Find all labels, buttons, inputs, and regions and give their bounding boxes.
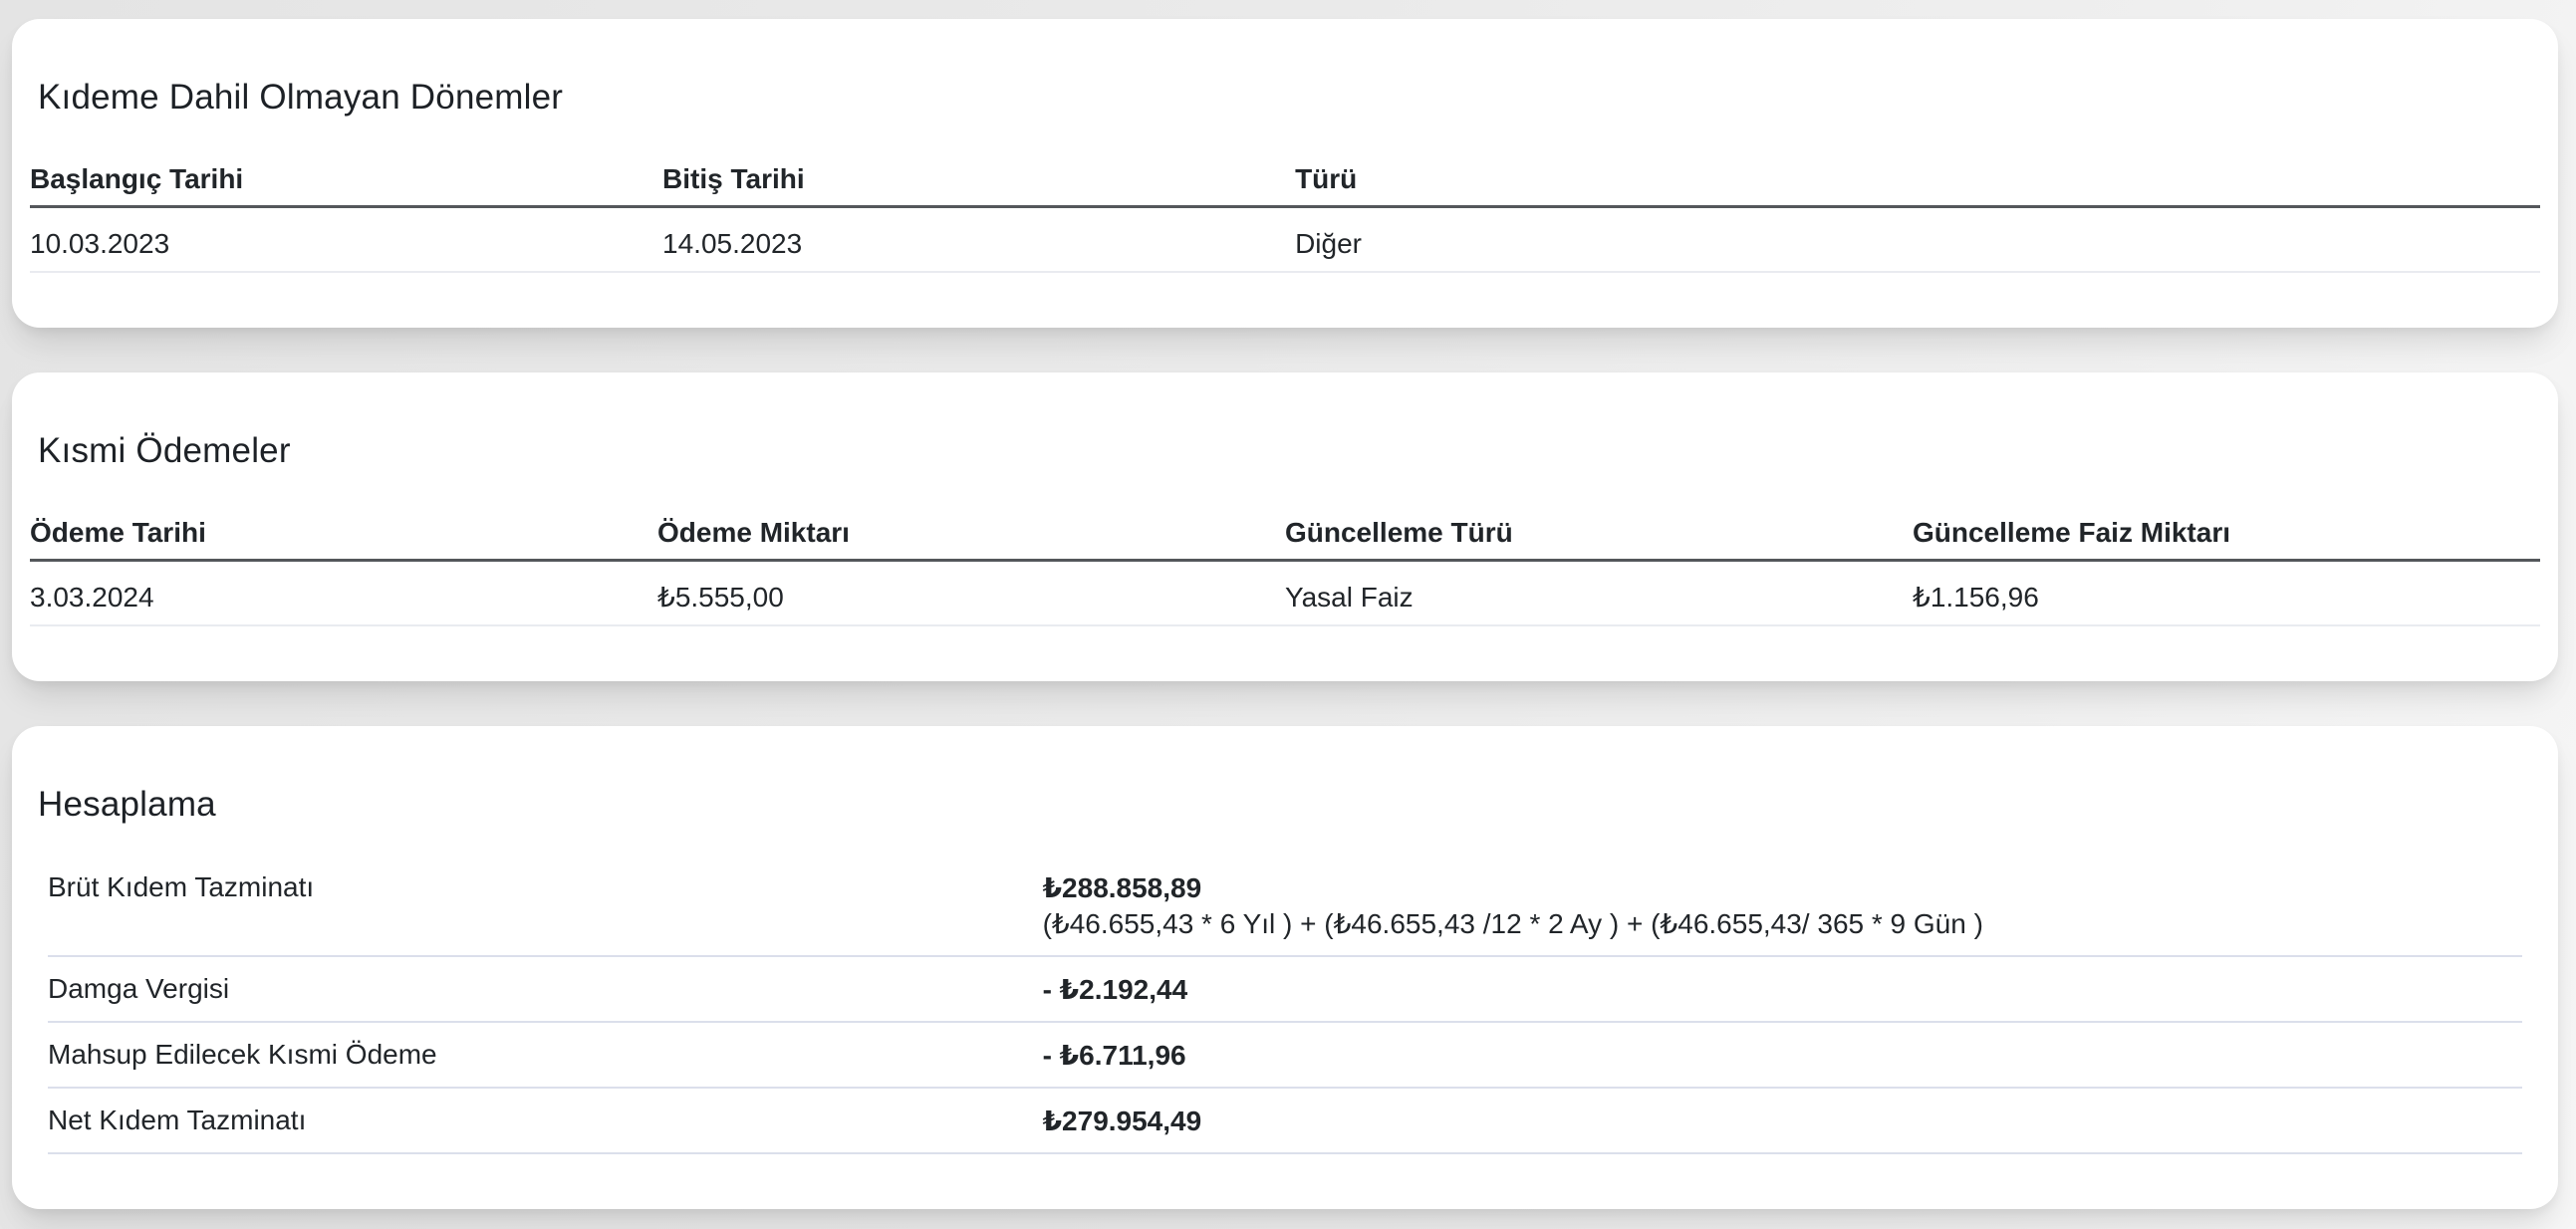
calc-row-value: ₺279.954,49 (1043, 1104, 2522, 1139)
calculation-table: Brüt Kıdem Tazminatı₺288.858,89(₺46.655,… (48, 856, 2522, 1154)
column-header: Türü (1295, 148, 2540, 207)
table-header-row: Ödeme TarihiÖdeme MiktarıGüncelleme Türü… (30, 502, 2540, 561)
calc-row-value: - ₺6.711,96 (1043, 1038, 2522, 1074)
calc-row-label: Damga Vergisi (48, 956, 1043, 1022)
severance-report-page: Kıdeme Dahil Olmayan Dönemler Başlangıç … (0, 0, 2576, 1229)
table-cell: Yasal Faiz (1285, 561, 1913, 626)
table-cell: 14.05.2023 (662, 207, 1295, 273)
partial-payments-title: Kısmi Ödemeler (38, 430, 2540, 472)
table-cell: ₺1.156,96 (1913, 561, 2540, 626)
column-header: Başlangıç Tarihi (30, 148, 662, 207)
column-header: Ödeme Tarihi (30, 502, 657, 561)
partial-payments-table: Ödeme TarihiÖdeme MiktarıGüncelleme Türü… (30, 502, 2540, 626)
calc-row-value-cell: ₺279.954,49 (1043, 1088, 2522, 1153)
column-header: Bitiş Tarihi (662, 148, 1295, 207)
table-cell: 3.03.2024 (30, 561, 657, 626)
calc-row-value-cell: - ₺2.192,44 (1043, 956, 2522, 1022)
table-cell: Diğer (1295, 207, 2540, 273)
table-header-row: Başlangıç TarihiBitiş TarihiTürü (30, 148, 2540, 207)
calc-row-label: Net Kıdem Tazminatı (48, 1088, 1043, 1153)
table-row: 10.03.202314.05.2023Diğer (30, 207, 2540, 273)
table-cell: ₺5.555,00 (657, 561, 1285, 626)
calc-row-value: ₺288.858,89 (1043, 870, 2522, 906)
column-header: Güncelleme Türü (1285, 502, 1913, 561)
partial-payments-card: Kısmi Ödemeler Ödeme TarihiÖdeme Miktarı… (12, 372, 2558, 681)
calc-row: Net Kıdem Tazminatı₺279.954,49 (48, 1088, 2522, 1153)
column-header: Güncelleme Faiz Miktarı (1913, 502, 2540, 561)
calc-row: Brüt Kıdem Tazminatı₺288.858,89(₺46.655,… (48, 856, 2522, 956)
calc-row-label: Brüt Kıdem Tazminatı (48, 856, 1043, 956)
calculation-title: Hesaplama (38, 784, 2540, 826)
table-row: 3.03.2024₺5.555,00Yasal Faiz₺1.156,96 (30, 561, 2540, 626)
calc-row-value-cell: ₺288.858,89(₺46.655,43 * 6 Yıl ) + (₺46.… (1043, 856, 2522, 956)
calc-row: Damga Vergisi- ₺2.192,44 (48, 956, 2522, 1022)
table-cell: 10.03.2023 (30, 207, 662, 273)
excluded-periods-title: Kıdeme Dahil Olmayan Dönemler (38, 77, 2540, 119)
excluded-periods-table: Başlangıç TarihiBitiş TarihiTürü 10.03.2… (30, 148, 2540, 273)
excluded-periods-card: Kıdeme Dahil Olmayan Dönemler Başlangıç … (12, 19, 2558, 328)
calc-row-value-cell: - ₺6.711,96 (1043, 1022, 2522, 1088)
calculation-card: Hesaplama Brüt Kıdem Tazminatı₺288.858,8… (12, 726, 2558, 1209)
calc-row-formula: (₺46.655,43 * 6 Yıl ) + (₺46.655,43 /12 … (1043, 906, 2522, 942)
calc-row: Mahsup Edilecek Kısmi Ödeme- ₺6.711,96 (48, 1022, 2522, 1088)
calc-row-value: - ₺2.192,44 (1043, 972, 2522, 1008)
calc-row-label: Mahsup Edilecek Kısmi Ödeme (48, 1022, 1043, 1088)
column-header: Ödeme Miktarı (657, 502, 1285, 561)
